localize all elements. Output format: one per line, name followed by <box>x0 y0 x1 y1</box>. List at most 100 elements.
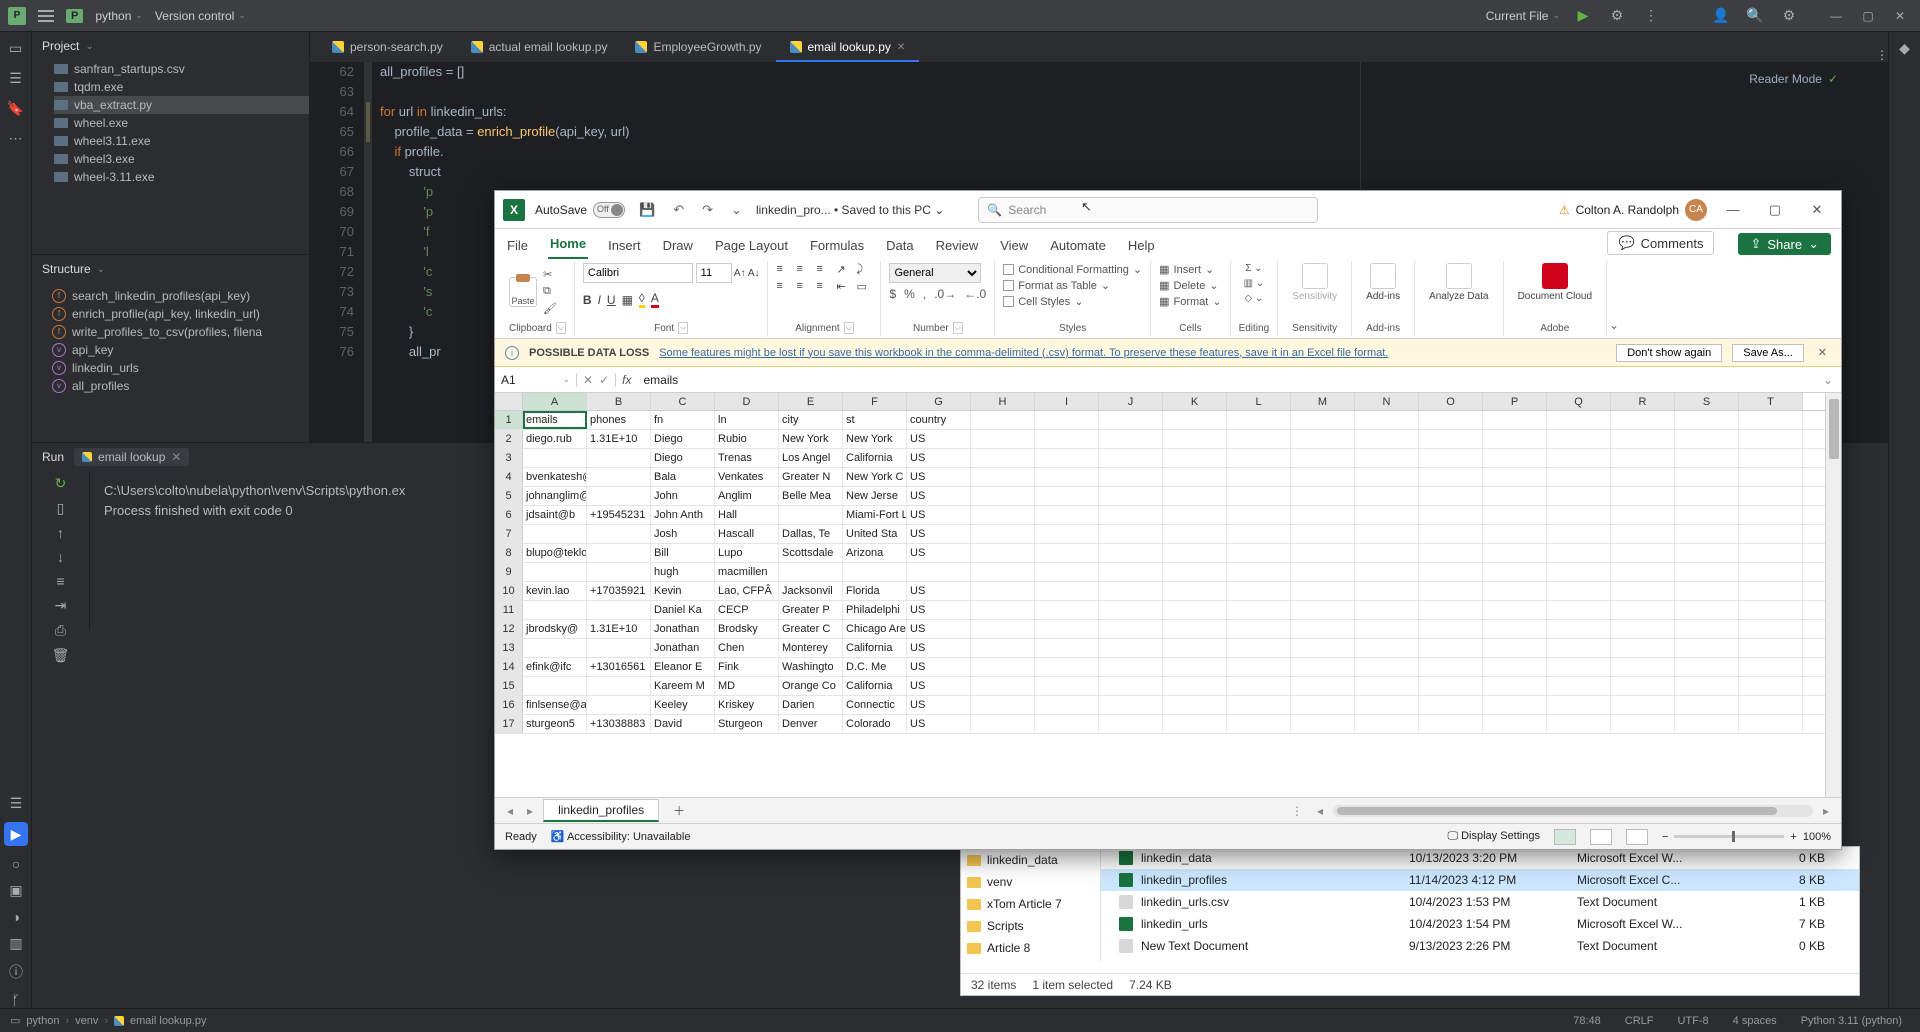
cell[interactable] <box>1163 715 1227 733</box>
cell[interactable]: US <box>907 487 971 505</box>
cell[interactable] <box>1483 620 1547 638</box>
cell[interactable] <box>1291 601 1355 619</box>
merge-icon[interactable]: ▭ <box>856 280 872 293</box>
cancel-formula-icon[interactable]: ✕ <box>583 373 593 387</box>
trash-icon[interactable]: 🗑 <box>52 647 70 664</box>
cell[interactable]: Sturgeon <box>715 715 779 733</box>
cell[interactable] <box>1291 525 1355 543</box>
column-header[interactable]: I <box>1035 393 1099 410</box>
cell[interactable]: Kevin <box>651 582 715 600</box>
cell[interactable] <box>1419 487 1483 505</box>
decrease-font-icon[interactable]: A↓ <box>748 268 760 279</box>
search-input[interactable]: 🔍 Search <box>978 197 1318 223</box>
row-header[interactable]: 15 <box>495 677 523 695</box>
structure-pane-header[interactable]: Structure <box>32 255 309 283</box>
cell[interactable] <box>1355 696 1419 714</box>
cell[interactable] <box>1547 449 1611 467</box>
row-header[interactable]: 9 <box>495 563 523 581</box>
cell[interactable]: Miami-Fort Lauderd <box>843 506 907 524</box>
sheet-tab[interactable]: linkedin_profiles <box>543 799 659 822</box>
cell[interactable] <box>1163 696 1227 714</box>
cell[interactable] <box>1483 639 1547 657</box>
vcs-selector[interactable]: Version control <box>155 9 246 23</box>
ribbon-tab[interactable]: Automate <box>1048 234 1108 259</box>
ribbon-tab[interactable]: Help <box>1126 234 1157 259</box>
cell[interactable] <box>1739 525 1803 543</box>
row-header[interactable]: 12 <box>495 620 523 638</box>
cell[interactable] <box>1291 411 1355 429</box>
cell[interactable]: US <box>907 658 971 676</box>
row-header[interactable]: 13 <box>495 639 523 657</box>
share-button[interactable]: ⇪ Share ⌄ <box>1738 233 1831 255</box>
cell[interactable] <box>1675 544 1739 562</box>
cell[interactable] <box>1483 696 1547 714</box>
cell[interactable] <box>1547 506 1611 524</box>
explorer-nav-folder[interactable]: Article 8 <box>967 937 1094 959</box>
spreadsheet-grid[interactable]: ABCDEFGHIJKLMNOPQRST 1emailsphonesfnlnci… <box>495 393 1841 797</box>
cell[interactable]: Washingto <box>779 658 843 676</box>
cell[interactable]: New York <box>843 430 907 448</box>
structure-item[interactable]: vlinkedin_urls <box>52 359 299 377</box>
structure-item[interactable]: fenrich_profile(api_key, linkedin_url) <box>52 305 299 323</box>
cell[interactable] <box>1739 639 1803 657</box>
cell[interactable] <box>1675 658 1739 676</box>
cell-styles-button[interactable]: Cell Styles ⌄ <box>1003 295 1142 308</box>
cell[interactable]: Josh <box>651 525 715 543</box>
cell[interactable] <box>1739 449 1803 467</box>
cell[interactable]: Chicago Are <box>843 620 907 638</box>
cell[interactable]: Dallas, Te <box>779 525 843 543</box>
cell[interactable] <box>1355 601 1419 619</box>
cell[interactable] <box>1035 430 1099 448</box>
explorer-file-row[interactable]: linkedin_urls.csv10/4/2023 1:53 PMText D… <box>1101 891 1859 913</box>
horizontal-scrollbar[interactable] <box>1333 805 1813 817</box>
cell[interactable] <box>1547 658 1611 676</box>
cell[interactable]: Rubio <box>715 430 779 448</box>
cell[interactable]: US <box>907 468 971 486</box>
font-color-button[interactable]: A <box>651 291 659 308</box>
cell[interactable]: US <box>907 582 971 600</box>
explorer-file-row[interactable]: linkedin_urls10/4/2023 1:54 PMMicrosoft … <box>1101 913 1859 935</box>
cell[interactable] <box>1675 582 1739 600</box>
cell[interactable] <box>1547 430 1611 448</box>
cell[interactable] <box>587 677 651 695</box>
project-tool-icon[interactable]: ▭ <box>6 38 26 58</box>
todo-tool-icon[interactable]: ☰ <box>10 795 23 812</box>
comments-button[interactable]: 💬 Comments <box>1607 231 1714 255</box>
close-icon[interactable]: ✕ <box>1888 9 1912 23</box>
cell[interactable]: blupo@tekloans.cor <box>523 544 587 562</box>
cell[interactable] <box>971 430 1035 448</box>
cell[interactable] <box>1163 620 1227 638</box>
cell[interactable] <box>1355 411 1419 429</box>
cell[interactable] <box>1547 639 1611 657</box>
cell[interactable]: D.C. Me <box>843 658 907 676</box>
scroll-to-end-icon[interactable]: ⇥ <box>55 597 67 614</box>
cell[interactable] <box>1291 487 1355 505</box>
cell[interactable] <box>1739 430 1803 448</box>
italic-button[interactable]: I <box>598 293 601 307</box>
cell[interactable] <box>1099 449 1163 467</box>
cell[interactable] <box>587 639 651 657</box>
maximize-icon[interactable]: ▢ <box>1759 202 1791 218</box>
cell[interactable]: 1.31E+10 <box>587 620 651 638</box>
cell[interactable] <box>1355 620 1419 638</box>
cell[interactable] <box>1099 544 1163 562</box>
display-settings-button[interactable]: 🖵 Display Settings <box>1447 830 1540 843</box>
editor-tab[interactable]: actual email lookup.py <box>457 34 622 62</box>
format-as-table-button[interactable]: Format as Table ⌄ <box>1003 279 1142 292</box>
cell[interactable] <box>1675 563 1739 581</box>
cell[interactable] <box>971 715 1035 733</box>
stop-icon[interactable]: ▯ <box>57 500 65 517</box>
cell[interactable] <box>1547 715 1611 733</box>
row-header[interactable]: 16 <box>495 696 523 714</box>
cell[interactable] <box>1291 449 1355 467</box>
cell[interactable] <box>1739 544 1803 562</box>
vertical-scrollbar[interactable] <box>1825 393 1841 797</box>
cell[interactable] <box>1227 639 1291 657</box>
row-header[interactable]: 2 <box>495 430 523 448</box>
cell[interactable] <box>1035 449 1099 467</box>
editor-tab[interactable]: EmployeeGrowth.py <box>621 34 775 62</box>
cell[interactable] <box>1355 506 1419 524</box>
bookmarks-tool-icon[interactable]: 🔖 <box>6 98 26 118</box>
cell[interactable] <box>1163 506 1227 524</box>
cell[interactable] <box>1099 658 1163 676</box>
